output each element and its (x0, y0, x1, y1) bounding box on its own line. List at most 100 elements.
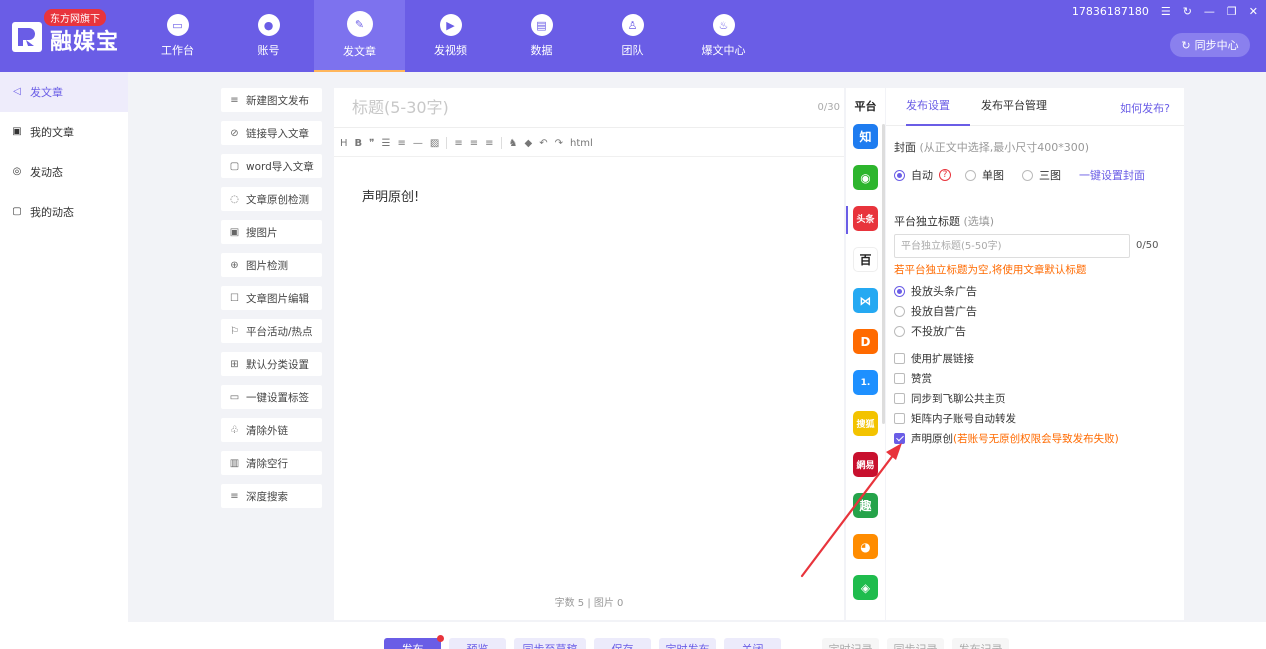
publish-records-button[interactable]: 发布记录 (952, 638, 1009, 649)
tool-image-check-button[interactable]: ⊕ 图片检测 (221, 253, 322, 277)
menu-icon[interactable]: ☰ (1161, 5, 1171, 18)
ad-toutiao-radio[interactable] (894, 285, 905, 297)
schedule-records-button[interactable]: 定时记录 (822, 638, 879, 649)
close-icon[interactable]: ✕ (1249, 5, 1258, 18)
html-mode-button[interactable]: html (570, 138, 593, 149)
yidian-icon[interactable]: 1. (853, 370, 878, 395)
platform-title-input[interactable] (894, 234, 1130, 258)
sync-feiliao-checkbox[interactable] (894, 393, 905, 404)
editor-content[interactable]: 声明原创! (362, 186, 419, 205)
flame-icon: ♨ (712, 14, 735, 36)
tool-default-category-button[interactable]: ⊞ 默认分类设置 (221, 352, 322, 376)
cover-triple-radio[interactable] (1022, 169, 1033, 181)
bullet-list-icon[interactable]: ≡ (398, 138, 406, 149)
tool-new-post-button[interactable]: ≡ 新建图文发布 (221, 88, 322, 112)
preview-button[interactable]: 预览 (449, 638, 506, 649)
platform-scrollbar[interactable] (882, 124, 885, 424)
tool-link-import-button[interactable]: ⊘ 链接导入文章 (221, 121, 322, 145)
weibo-icon[interactable]: ◕ (853, 534, 878, 559)
ad-option-none[interactable]: 不投放广告 (894, 323, 966, 339)
cover-auto-radio[interactable] (894, 169, 905, 181)
ad-option-self[interactable]: 投放自营广告 (894, 303, 977, 319)
save-button[interactable]: 保存 (594, 638, 651, 649)
ad-self-radio[interactable] (894, 305, 905, 317)
insert-image-icon[interactable]: ▨ (430, 138, 439, 149)
nav-item-publish-article[interactable]: ✎ 发文章 (314, 0, 405, 72)
sidebar-item-publish-moment[interactable]: ◎ 发动态 (0, 152, 128, 192)
target-icon: ◎ (12, 166, 22, 177)
app-logo-icon (12, 22, 42, 52)
ad-none-radio[interactable] (894, 325, 905, 337)
tool-originality-check-button[interactable]: ◌ 文章原创检测 (221, 187, 322, 211)
toolbar-divider (500, 137, 502, 149)
sidebar-item-my-articles[interactable]: ▣ 我的文章 (0, 112, 128, 152)
eraser-icon[interactable]: ◆ (525, 138, 533, 149)
horizontal-rule-icon[interactable]: — (413, 138, 423, 149)
baijia-icon[interactable]: 百 (853, 247, 878, 272)
sync-draft-button[interactable]: 同步至草稿 (514, 638, 586, 649)
nav-item-hot-articles[interactable]: ♨ 爆文中心 (678, 0, 769, 72)
redo-icon[interactable]: ↷ (555, 138, 563, 149)
close-button[interactable]: 关闭 (724, 638, 781, 649)
tool-word-import-button[interactable]: ▢ word导入文章 (221, 154, 322, 178)
tool-clear-blank-lines-button[interactable]: ▥ 清除空行 (221, 451, 322, 475)
tool-deep-search-button[interactable]: ≡ 深度搜索 (221, 484, 322, 508)
sohu-d-icon[interactable]: D (853, 329, 878, 354)
option-reward[interactable]: 赞赏 (894, 371, 932, 386)
nav-item-data[interactable]: ▤ 数据 (496, 0, 587, 72)
matrix-forward-checkbox[interactable] (894, 413, 905, 424)
undo-icon[interactable]: ↶ (539, 138, 547, 149)
toutiao-icon[interactable]: 头条 (853, 206, 878, 231)
option-extended-link[interactable]: 使用扩展链接 (894, 351, 974, 366)
tab-publish-settings[interactable]: 发布设置 (906, 88, 970, 126)
option-matrix-forward[interactable]: 矩阵内子账号自动转发 (894, 411, 1016, 426)
tool-clear-links-button[interactable]: ♧ 清除外链 (221, 418, 322, 442)
align-center-icon[interactable]: ≡ (470, 138, 478, 149)
tool-set-tags-button[interactable]: ▭ 一键设置标签 (221, 385, 322, 409)
bold-icon[interactable]: B (355, 138, 363, 149)
souhu-icon[interactable]: 搜狐 (853, 411, 878, 436)
dayu-icon[interactable]: ⋈ (853, 288, 878, 313)
schedule-button[interactable]: 定时发布 (659, 638, 716, 649)
align-right-icon[interactable]: ≡ (485, 138, 493, 149)
heading-icon[interactable]: H (340, 138, 348, 149)
ordered-list-icon[interactable]: ☰ (382, 138, 391, 149)
netease-icon[interactable]: 網易 (853, 452, 878, 477)
title-input[interactable] (334, 88, 844, 128)
tool-platform-events-button[interactable]: ⚐ 平台活动/热点 (221, 319, 322, 343)
tab-platform-management[interactable]: 发布平台管理 (981, 88, 1047, 126)
option-declare-original[interactable]: 声明原创 (若账号无原创权限会导致发布失败) (894, 431, 1119, 446)
account-number[interactable]: 17836187180 (1072, 5, 1149, 18)
qutoutiao-icon[interactable]: 趣 (853, 493, 878, 518)
quote-icon[interactable]: ❞ (369, 138, 374, 149)
zhihu-icon[interactable]: 知 (853, 124, 878, 149)
align-left-icon[interactable]: ≡ (454, 138, 462, 149)
sidebar-item-publish-article[interactable]: ◁ 发文章 (0, 72, 128, 112)
tool-image-edit-button[interactable]: ☐ 文章图片编辑 (221, 286, 322, 310)
minimize-icon[interactable]: — (1204, 5, 1215, 18)
declare-original-checkbox[interactable] (894, 433, 905, 444)
restore-icon[interactable]: ❐ (1227, 5, 1237, 18)
nav-item-account[interactable]: ● 账号 (223, 0, 314, 72)
nav-item-team[interactable]: ♙ 团队 (587, 0, 678, 72)
how-to-publish-link[interactable]: 如何发布? (1120, 100, 1170, 116)
extended-link-checkbox[interactable] (894, 353, 905, 364)
iqiyi-icon[interactable]: ◈ (853, 575, 878, 600)
nav-item-publish-video[interactable]: ▶ 发视频 (405, 0, 496, 72)
publish-button[interactable]: 发布 (384, 635, 444, 649)
find-icon[interactable]: ♞ (509, 138, 518, 149)
question-icon[interactable]: ? (939, 169, 951, 181)
sync-records-button[interactable]: 同步记录 (887, 638, 944, 649)
tool-search-image-button[interactable]: ▣ 搜图片 (221, 220, 322, 244)
wechat-icon[interactable]: ◉ (853, 165, 878, 190)
nav-item-workbench[interactable]: ▭ 工作台 (132, 0, 223, 72)
ad-option-toutiao[interactable]: 投放头条广告 (894, 283, 977, 299)
sidebar-item-my-moments[interactable]: ▢ 我的动态 (0, 192, 128, 232)
notification-dot (437, 635, 444, 642)
reward-checkbox[interactable] (894, 373, 905, 384)
set-cover-link[interactable]: 一键设置封面 (1079, 167, 1145, 183)
option-sync-feiliao[interactable]: 同步到飞聊公共主页 (894, 391, 1006, 406)
refresh-icon[interactable]: ↻ (1183, 5, 1192, 18)
cover-single-radio[interactable] (965, 169, 976, 181)
sync-center-button[interactable]: ↻ 同步中心 (1170, 33, 1250, 57)
